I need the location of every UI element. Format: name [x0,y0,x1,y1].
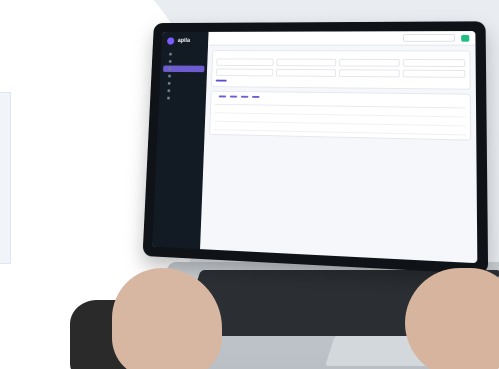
results-pill[interactable] [229,95,238,98]
filters-card [210,50,471,90]
filter-input[interactable] [402,69,466,78]
building-icon [168,60,172,63]
apply-filters-button[interactable] [215,79,227,82]
sidebar-item-2[interactable] [163,58,204,65]
app-logo: apila [161,37,208,50]
photo-scene: apila [0,0,499,369]
filters-title [217,55,466,56]
filter-field [338,58,400,67]
table-cell [213,121,241,131]
app-sidebar: apila [152,31,209,250]
chart-icon [167,89,171,93]
table-cell [378,124,408,134]
laptop-screen: apila [142,21,489,275]
logo-mark [166,37,175,45]
table-cell [240,121,309,132]
results-pill[interactable] [252,95,260,98]
filter-input[interactable] [338,69,400,78]
page-content [204,46,476,150]
sidebar-item-1[interactable] [164,51,205,57]
app-main [200,31,477,263]
table-cell [436,125,466,135]
logo-text: apila [177,38,191,44]
filter-field [402,59,466,68]
sidebar-item-7[interactable] [162,95,204,102]
filter-field [338,69,400,78]
search-input[interactable] [402,33,456,42]
filters-grid [215,58,466,78]
table-cell [407,124,437,135]
sidebar-item-6[interactable] [162,87,204,94]
results-table [213,100,466,135]
folder-icon [168,67,172,71]
sidebar-item-5[interactable] [162,80,204,87]
app-topbar [208,31,476,46]
results-card [209,90,472,141]
filter-input[interactable] [276,68,336,77]
table-cell [308,122,379,134]
document-icon [167,81,171,85]
filter-input[interactable] [215,68,274,77]
sidebar-item-3[interactable] [163,65,205,73]
filter-input[interactable] [338,58,400,67]
home-icon [169,52,172,56]
users-icon [168,74,171,78]
filter-field [216,58,274,67]
app-ui: apila [152,31,478,264]
filter-field [215,68,274,77]
results-pill[interactable] [218,95,227,98]
primary-action-button[interactable] [461,34,470,42]
filter-input[interactable] [402,59,466,68]
filter-field [276,68,336,77]
filter-field [276,58,336,67]
filter-input[interactable] [276,58,336,67]
settings-icon [167,96,170,100]
results-pill[interactable] [240,95,249,98]
sidebar-item-4[interactable] [163,73,205,80]
left-panel-edge [0,92,11,264]
filter-field [402,69,466,78]
filter-input[interactable] [216,58,274,67]
